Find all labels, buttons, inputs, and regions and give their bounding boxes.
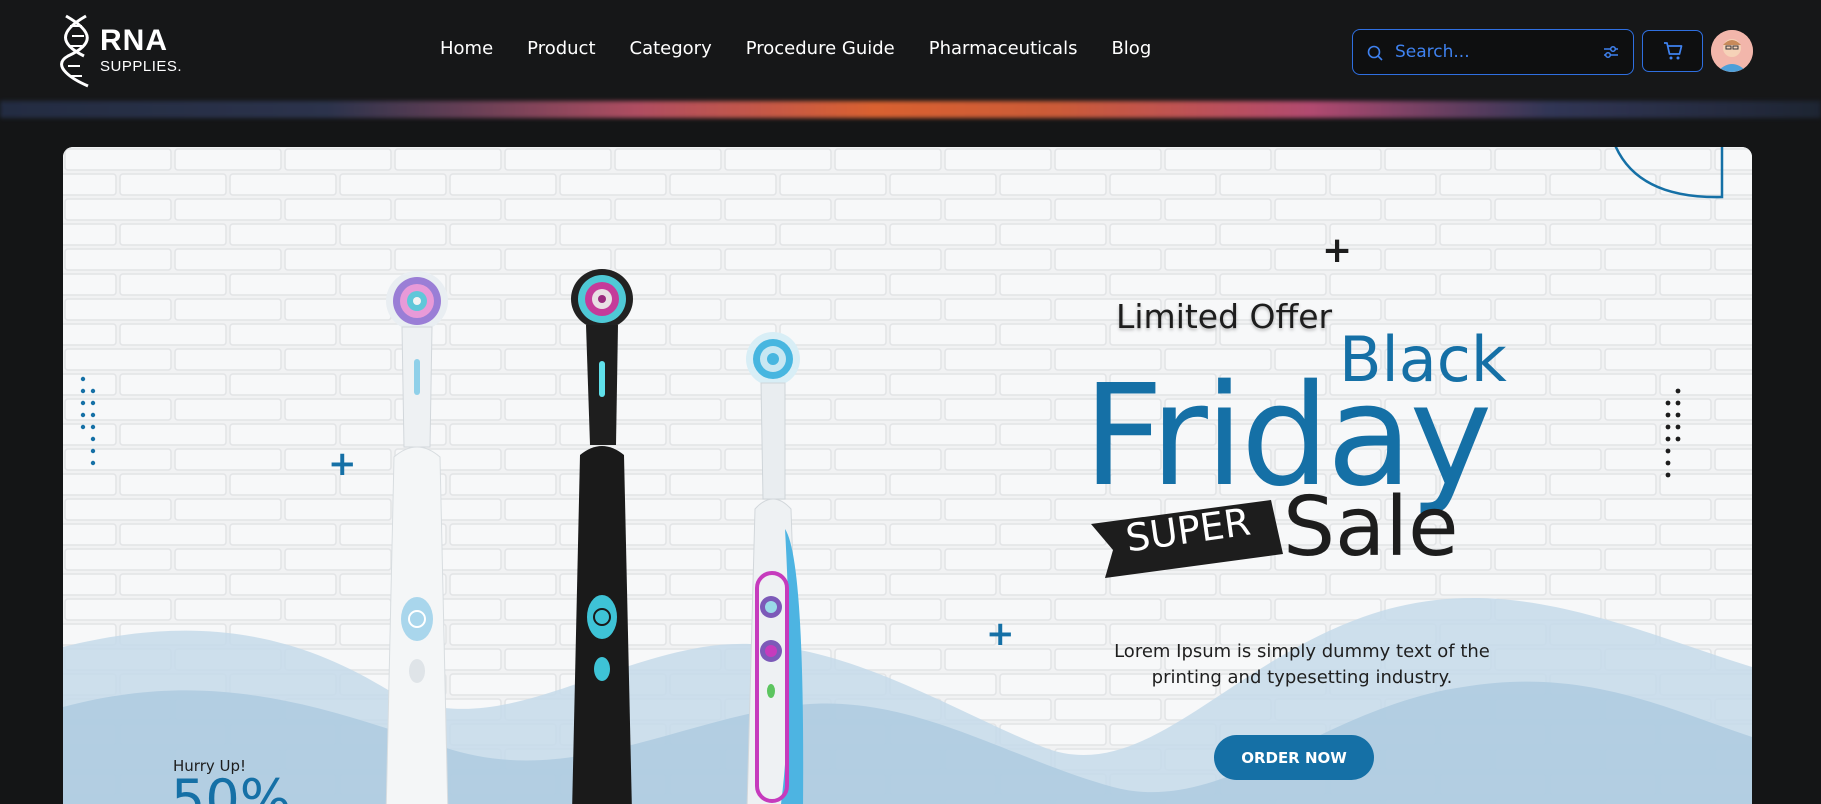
search-input[interactable]	[1395, 38, 1585, 66]
corner-arc-decoration	[1614, 147, 1724, 199]
plus-decoration: +	[986, 614, 1015, 654]
hero-banner: + + + Limited Offer Black Friday SUPER S…	[63, 147, 1752, 804]
nav-procedure-guide[interactable]: Procedure Guide	[746, 38, 895, 59]
brand-name: RNA	[100, 24, 168, 57]
plus-decoration: +	[1322, 230, 1353, 271]
nav-blog[interactable]: Blog	[1111, 38, 1151, 59]
dna-helix-icon	[60, 14, 89, 88]
brand-logo[interactable]: RNA SUPPLIES.	[60, 14, 190, 88]
cart-button[interactable]	[1642, 30, 1703, 72]
sliders-icon[interactable]	[1601, 42, 1621, 62]
white-toothbrush-image	[385, 271, 449, 804]
blue-toothbrush-image	[746, 332, 804, 804]
plus-decoration: +	[328, 444, 357, 484]
order-now-button[interactable]: ORDER NOW	[1214, 735, 1374, 780]
nav-category[interactable]: Category	[630, 38, 712, 59]
cart-icon	[1663, 42, 1682, 60]
user-avatar[interactable]	[1711, 30, 1753, 72]
brand-subtitle: SUPPLIES.	[100, 58, 183, 75]
wave-decoration	[63, 598, 1752, 804]
header-gradient-divider	[0, 101, 1821, 118]
black-toothbrush-image	[571, 269, 633, 804]
limited-offer-label: Limited Offer	[1116, 297, 1333, 336]
hero-description: Lorem Ipsum is simply dummy text of the …	[1114, 641, 1490, 688]
site-header: RNA SUPPLIES. Home Product Category Proc…	[0, 0, 1821, 102]
discount-percent: 50%	[171, 768, 292, 804]
nav-pharmaceuticals[interactable]: Pharmaceuticals	[929, 38, 1078, 59]
nav-home[interactable]: Home	[440, 38, 493, 59]
sale-headline: Sale	[1283, 480, 1459, 575]
nav-product[interactable]: Product	[527, 38, 595, 59]
dots-decoration-right	[1665, 388, 1681, 478]
search-icon[interactable]	[1365, 43, 1385, 63]
search-box	[1352, 29, 1634, 75]
avatar-image-icon	[1711, 30, 1753, 72]
main-nav: Home Product Category Procedure Guide Ph…	[440, 38, 1185, 59]
dots-decoration-left	[80, 376, 96, 466]
